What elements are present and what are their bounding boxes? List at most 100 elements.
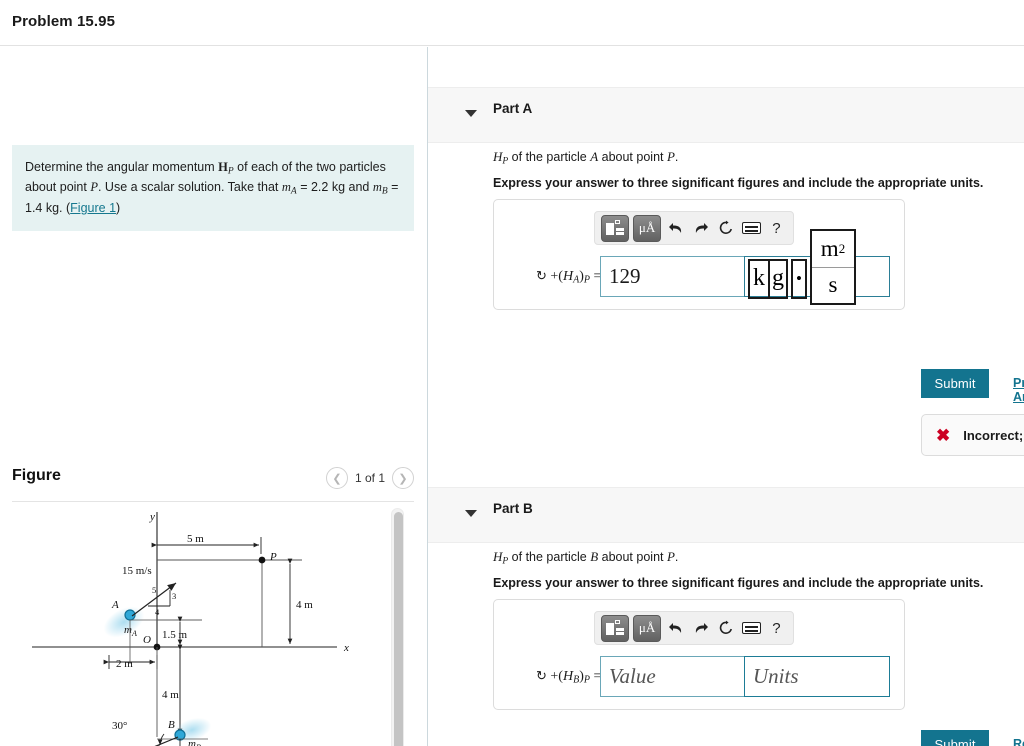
units-glyph: μÅ	[639, 620, 655, 636]
micro-angstrom-units-icon[interactable]: μÅ	[633, 215, 661, 242]
part-a-q-period: .	[675, 150, 678, 164]
point-A-label: A	[111, 599, 119, 611]
figure-1-link[interactable]: Figure 1	[70, 201, 116, 215]
help-question-icon[interactable]: ?	[766, 615, 787, 642]
part-a-units-field[interactable]: kg • m2 s	[744, 256, 890, 297]
axis-label-x: x	[343, 642, 349, 654]
reset-circular-arrow-icon[interactable]	[715, 215, 736, 242]
point-P-label: P	[269, 551, 277, 563]
part-a-answer-card: μÅ ? ↻	[493, 199, 905, 310]
units-numerator-exponent: 2	[839, 241, 846, 257]
units-numerator: m2	[812, 231, 854, 268]
redo-arrow-icon[interactable]	[690, 215, 711, 242]
part-a-q-mid: of the particle	[508, 150, 590, 164]
undo-arrow-icon[interactable]	[665, 615, 686, 642]
physics-diagram: y x 5 m P 4 m	[12, 502, 402, 746]
problem-text-end: )	[116, 201, 120, 215]
reset-circular-arrow-icon[interactable]	[715, 615, 736, 642]
figure-navigation: ❮ 1 of 1 ❯	[326, 467, 414, 489]
units-kg-k: k	[750, 261, 768, 297]
part-b-math-toolbar: μÅ ?	[594, 611, 794, 645]
part-b-header[interactable]: Part B	[428, 487, 1024, 543]
part-a-question: HP of the particle A about point P.	[493, 149, 678, 166]
part-b-units-input[interactable]	[744, 656, 890, 697]
figure-panel: y x 5 m P 4 m	[12, 501, 414, 746]
problem-statement: Determine the angular momentum HP of eac…	[12, 145, 414, 231]
chevron-left-icon: ❮	[332, 472, 341, 485]
figure-scrollbar-track[interactable]	[391, 508, 404, 746]
figure-label: Figure	[12, 467, 61, 484]
chevron-down-icon[interactable]	[465, 110, 477, 117]
chevron-down-icon[interactable]	[465, 510, 477, 517]
part-b-q-end: about point	[598, 550, 667, 564]
part-b-q-period: .	[675, 550, 678, 564]
right-panel: Part A HP of the particle A about point …	[428, 47, 1024, 746]
part-b-eq-plus: +(	[550, 669, 563, 684]
figure-scrollbar-thumb[interactable]	[394, 512, 403, 746]
part-a-previous-answers-link[interactable]: Previous Answers	[1013, 376, 1024, 404]
rotation-direction-icon: ↻	[536, 668, 547, 683]
part-a-q-point: P	[667, 149, 675, 164]
figure-prev-button[interactable]: ❮	[326, 467, 348, 489]
symbol-H-bold: H	[218, 160, 228, 174]
part-a-q-end: about point	[598, 150, 667, 164]
dimension-2m: 2 m	[116, 658, 133, 670]
page-title: Problem 15.95	[12, 13, 115, 30]
part-a-equation-label: ↻ +(HA)P =	[536, 268, 601, 286]
particle-a-glow	[98, 600, 149, 644]
velocity-a-label: 15 m/s	[122, 565, 152, 577]
keyboard-icon[interactable]	[741, 615, 762, 642]
dimension-4m-down: 4 m	[162, 689, 179, 701]
axis-label-y: y	[149, 511, 155, 523]
slope-label-3: 3	[172, 591, 176, 601]
velocity-vector-b	[122, 737, 178, 746]
error-x-icon: ✖	[936, 427, 950, 444]
figure-next-button[interactable]: ❯	[392, 467, 414, 489]
part-a-feedback-box: ✖ Incorrect; Try Again; 3 attempts remai…	[921, 414, 1024, 456]
part-b-equation-row: ↻ +(HB)P =	[494, 656, 906, 702]
part-b-request-answer-link[interactable]: Request Answer	[1013, 737, 1024, 746]
top-header-bar: Problem 15.95	[0, 0, 1024, 46]
undo-arrow-icon[interactable]	[665, 215, 686, 242]
units-denominator: s	[812, 268, 854, 304]
micro-angstrom-units-icon[interactable]: μÅ	[633, 615, 661, 642]
part-b-eq-H: H	[563, 669, 573, 684]
units-kg-group: kg	[748, 259, 788, 299]
part-b-q-particle: B	[590, 549, 598, 564]
left-panel: Determine the angular momentum HP of eac…	[0, 47, 427, 746]
dimension-5m: 5 m	[187, 533, 204, 545]
part-a-instruction: Express your answer to three significant…	[493, 176, 983, 190]
slope-label-5: 5	[152, 585, 156, 595]
part-a-header[interactable]: Part A	[428, 87, 1024, 143]
part-a-eq-H: H	[563, 269, 573, 284]
figure-header: Figure ❮ 1 of 1 ❯	[12, 467, 414, 499]
part-b-instruction: Express your answer to three significant…	[493, 576, 983, 590]
units-kg-g: g	[768, 261, 786, 297]
mass-b-symbol: m	[373, 180, 382, 194]
part-a-q-H: H	[493, 149, 502, 164]
mass-a-symbol: m	[282, 180, 291, 194]
units-multiply-dot: •	[791, 259, 807, 299]
origin-label: O	[143, 634, 151, 646]
part-b-equation-label: ↻ +(HB)P =	[536, 668, 601, 686]
dimension-1-5m: 1.5 m	[162, 629, 188, 641]
point-B-label: B	[168, 719, 175, 731]
chevron-right-icon: ❯	[398, 472, 407, 485]
part-b-title: Part B	[493, 501, 533, 516]
part-a-value-input[interactable]	[600, 256, 752, 297]
units-glyph: μÅ	[639, 220, 655, 236]
slope-label-4: 4	[155, 607, 160, 617]
part-b-answer-card: μÅ ? ↻	[493, 599, 905, 710]
part-b-value-input[interactable]	[600, 656, 752, 697]
part-a-submit-button[interactable]: Submit	[921, 369, 989, 398]
math-template-icon[interactable]	[601, 615, 629, 642]
part-b-submit-button[interactable]: Submit	[921, 730, 989, 746]
units-numerator-base: m	[821, 236, 839, 262]
part-b-q-mid: of the particle	[508, 550, 590, 564]
part-b-question: HP of the particle B about point P.	[493, 549, 678, 566]
redo-arrow-icon[interactable]	[690, 615, 711, 642]
part-a-equation-row: ↻ +(HA)P = kg • m2 s	[494, 256, 906, 302]
math-template-icon[interactable]	[601, 215, 629, 242]
rotation-direction-icon: ↻	[536, 268, 547, 283]
units-fraction: m2 s	[810, 229, 856, 305]
